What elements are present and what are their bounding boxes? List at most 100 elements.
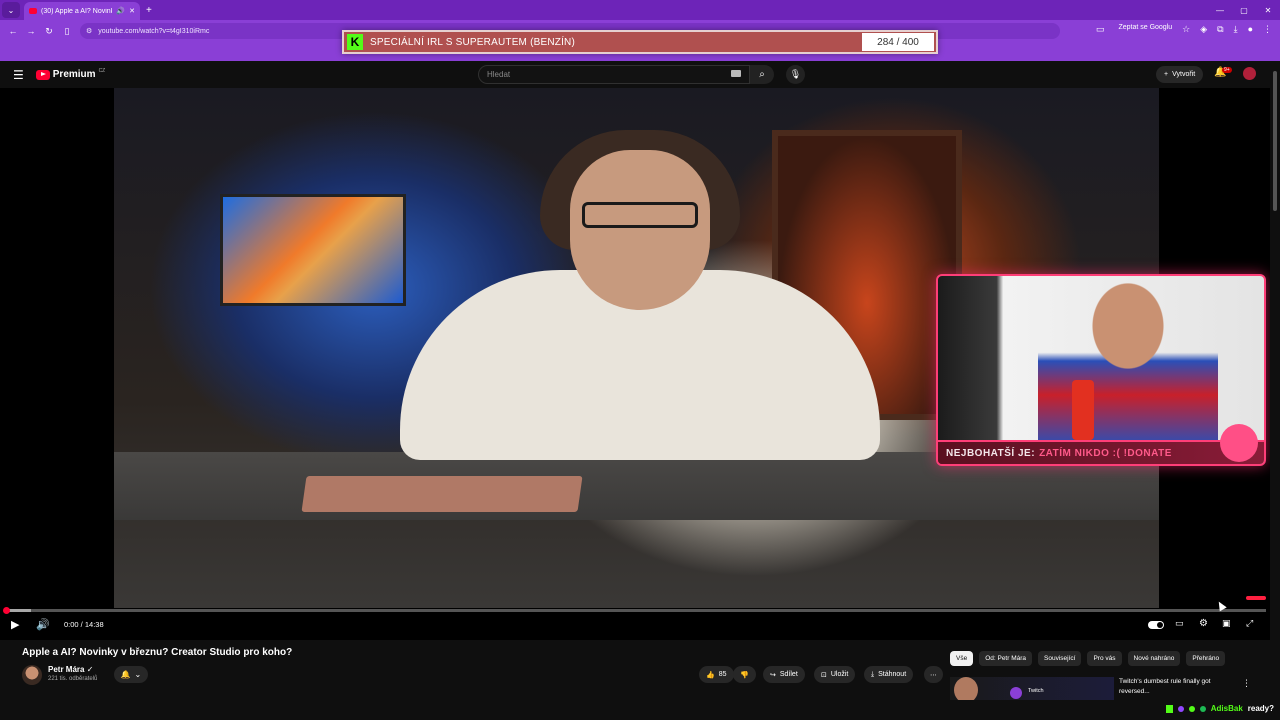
tab-close-icon[interactable]: ✕ (129, 7, 135, 15)
reload-icon[interactable]: ↻ (40, 26, 58, 37)
verified-check-icon: ✓ (86, 665, 94, 674)
download-button[interactable]: ⤓ Stáhnout (864, 666, 914, 683)
donation-banner: NEJBOHATŠÍ JE: ZATÍM NIKDO :( !DONATE (938, 440, 1264, 464)
keyboard-icon[interactable] (731, 70, 741, 77)
goal-text: SPECIÁLNÍ IRL S SUPERAUTEM (BENZÍN) (370, 36, 575, 48)
youtube-logo[interactable]: Premium CZ (35, 68, 105, 80)
ask-google-button[interactable]: Zeptat se Googlu (1118, 24, 1172, 35)
youtube-favicon-icon (29, 8, 37, 14)
bookmark-star-icon[interactable]: ☆ (1182, 24, 1190, 35)
voice-search-button[interactable]: 🎙 (786, 65, 805, 84)
forward-icon[interactable]: → (22, 26, 40, 36)
volume-icon[interactable]: 🔊 (36, 618, 50, 631)
scrollbar-thumb[interactable] (1273, 71, 1277, 211)
share-icon: ↪ (770, 671, 776, 679)
split-view-icon[interactable]: ▯ (58, 26, 76, 37)
chip-for-you[interactable]: Pro vás (1087, 651, 1122, 666)
thumbnail-face (954, 677, 978, 700)
progress-scrubber[interactable] (3, 607, 10, 614)
streamer-microphone (1072, 380, 1094, 440)
chip-from-channel[interactable]: Od: Petr Mára (979, 651, 1033, 666)
thumbs-up-icon: 👍 (706, 671, 715, 679)
skull-mascot-icon (1220, 424, 1258, 462)
bookmark-icon: ⊡ (821, 671, 827, 679)
browser-menu-icon[interactable]: ⋮ (1263, 24, 1272, 35)
fullscreen-icon[interactable]: ⤢ (1246, 618, 1253, 629)
cast-icon[interactable]: ▭ (1096, 24, 1105, 35)
streamer-status: ready? (1247, 704, 1274, 713)
autoplay-toggle[interactable] (1148, 621, 1164, 629)
streamer-webcam-overlay: NEJBOHATŠÍ JE: ZATÍM NIKDO :( !DONATE (936, 274, 1266, 466)
back-icon[interactable]: ← (4, 26, 22, 36)
taskbar: AdisBak ready? (0, 700, 1280, 720)
extension-icon[interactable]: ◈ (1200, 24, 1207, 35)
settings-gear-icon[interactable]: ⚙ (1199, 618, 1208, 629)
play-icon[interactable]: ▶ (11, 618, 19, 631)
search-input[interactable]: Hledat (478, 65, 750, 84)
create-label: Vytvořit (1172, 71, 1196, 78)
recommendation-chips: Vše Od: Petr Mára Související Pro vás No… (950, 651, 1226, 666)
recommendation-more-icon[interactable]: ⋮ (1242, 678, 1251, 689)
presenter-glasses (582, 202, 698, 228)
youtube-play-icon (35, 69, 50, 80)
save-button[interactable]: ⊡ Uložit (814, 666, 856, 683)
subtitles-icon[interactable]: ▭ (1175, 618, 1184, 629)
search-icon: ⌕ (759, 69, 765, 80)
page-scrollbar[interactable] (1270, 61, 1280, 700)
account-avatar[interactable] (1243, 67, 1256, 80)
thumbnail-label: Twitch (1028, 688, 1044, 694)
notification-badge: 9+ (1222, 67, 1232, 73)
browser-tab-strip: ⌄ (30) Apple a AI? Novinky v 🔊 ✕ + — ▢ ✕ (0, 0, 1280, 20)
chapter-marker (1246, 596, 1266, 600)
more-actions-button[interactable]: ⋯ (924, 666, 943, 683)
time-readout: 0:00 / 14:38 (64, 620, 104, 629)
download-icon[interactable]: ⤓ (1234, 24, 1238, 35)
subscription-bell-button[interactable]: 🔔 ⌄ (114, 666, 148, 683)
dislike-button[interactable]: 👎 (733, 666, 756, 683)
save-label: Uložit (830, 671, 849, 678)
new-tab-icon[interactable]: + (146, 5, 152, 16)
stream-status: AdisBak ready? (1165, 704, 1274, 713)
browser-tab-active[interactable]: (30) Apple a AI? Novinky v 🔊 ✕ (24, 2, 140, 20)
download-arrow-icon: ⤓ (871, 670, 875, 678)
create-button[interactable]: + Vytvořit (1156, 66, 1204, 83)
profile-icon[interactable]: ● (1248, 24, 1253, 35)
banner-value: ZATÍM NIKDO :( !DONATE (1039, 447, 1172, 459)
kick-icon (1165, 704, 1173, 713)
maximize-icon[interactable]: ▢ (1232, 0, 1256, 20)
video-scene-presenter (400, 110, 880, 460)
thumbs-down-icon: 👎 (740, 671, 749, 679)
tab-search-chevron-icon[interactable]: ⌄ (2, 2, 20, 18)
chip-watched[interactable]: Přehráno (1186, 651, 1226, 666)
twitch-logo-icon (1010, 687, 1022, 699)
online-dot-icon (1188, 705, 1195, 712)
youtube-brand: Premium (52, 69, 96, 80)
chip-all[interactable]: Vše (950, 651, 974, 666)
tab-title: (30) Apple a AI? Novinky v (41, 7, 112, 15)
subscriber-goal-overlay: K SPECIÁLNÍ IRL S SUPERAUTEM (BENZÍN) 28… (342, 30, 938, 54)
like-button[interactable]: 👍 85 (699, 666, 734, 683)
menu-hamburger-icon[interactable]: ☰ (13, 68, 24, 82)
channel-name[interactable]: Petr Mára ✓ (48, 665, 93, 674)
bell-icon: 🔔 (120, 670, 131, 679)
share-button[interactable]: ↪ Sdílet (763, 666, 805, 683)
progress-bar[interactable] (6, 609, 1266, 612)
miniplayer-icon[interactable]: ▣ (1222, 618, 1231, 629)
recommendation-thumbnail[interactable]: Twitch (950, 677, 1114, 700)
goal-count: 284 / 400 (862, 33, 934, 51)
share-label: Sdílet (779, 671, 798, 678)
extensions-puzzle-icon[interactable]: ⧉ (1217, 24, 1223, 35)
minimize-icon[interactable]: — (1208, 0, 1232, 20)
recommendation-title[interactable]: Twitch's dumbest rule finally got revers… (1119, 677, 1229, 697)
chevron-down-icon: ⌄ (134, 670, 142, 679)
search-button[interactable]: ⌕ (750, 65, 774, 84)
speaker-icon[interactable]: 🔊 (116, 7, 125, 15)
chip-recently-uploaded[interactable]: Nové nahráno (1127, 651, 1181, 666)
streamer-figure (1038, 276, 1218, 446)
chip-related[interactable]: Související (1038, 651, 1082, 666)
spotify-dot-icon (1199, 705, 1206, 712)
channel-avatar[interactable] (22, 665, 42, 685)
site-info-icon[interactable]: ⚙ (86, 27, 92, 35)
presenter-head (570, 150, 710, 310)
close-window-icon[interactable]: ✕ (1256, 0, 1280, 20)
